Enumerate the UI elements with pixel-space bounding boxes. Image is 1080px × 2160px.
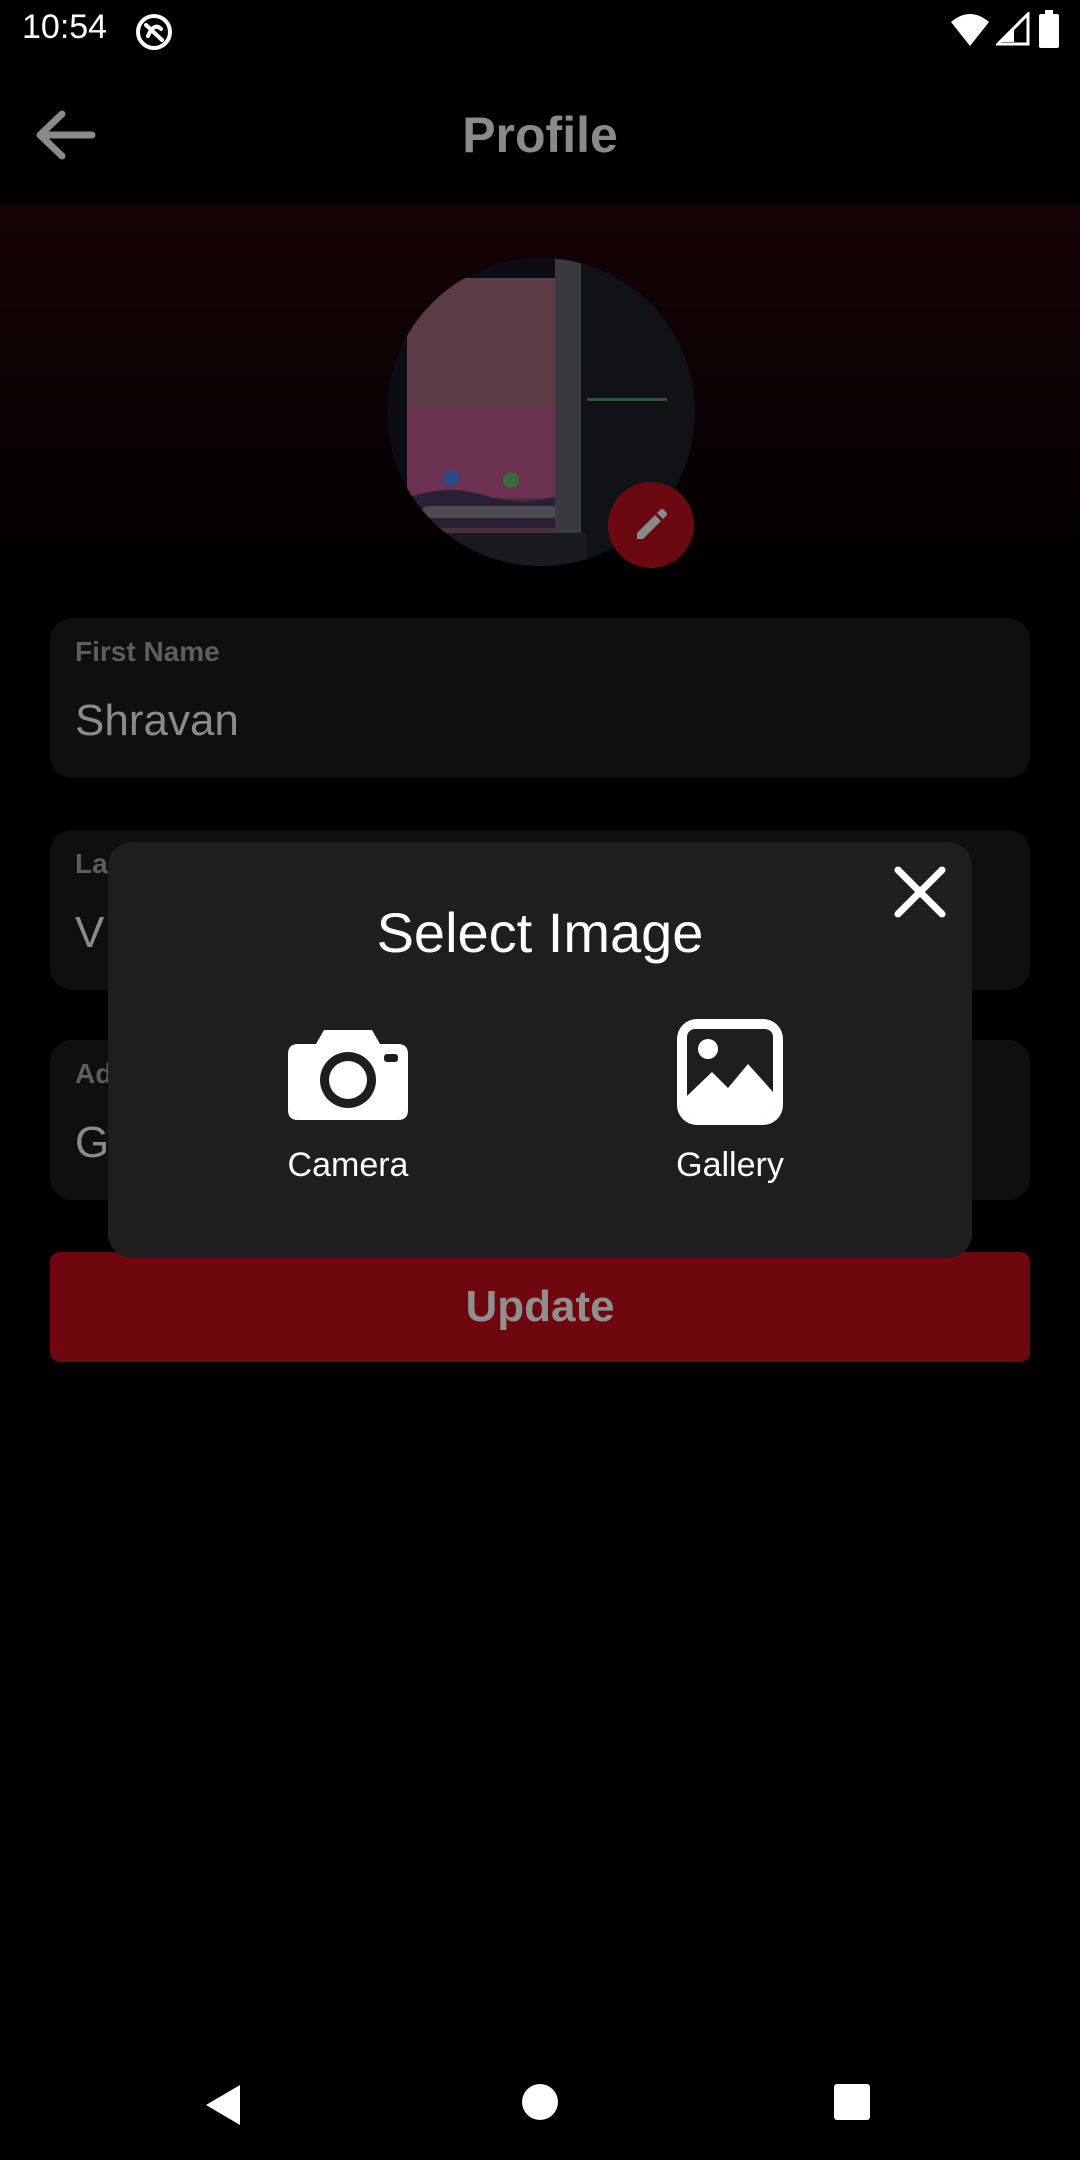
- camera-label: Camera: [287, 1146, 409, 1184]
- address-value: G: [75, 1118, 110, 1167]
- first-name-field[interactable]: First Name Shravan: [50, 618, 1030, 778]
- last-name-label: La: [75, 848, 108, 879]
- nav-back-button[interactable]: [200, 2080, 250, 2130]
- dialog-title: Select Image: [376, 901, 704, 964]
- last-name-value: V: [75, 908, 105, 957]
- close-button[interactable]: [890, 862, 950, 922]
- edit-avatar-button[interactable]: [608, 482, 694, 568]
- battery-icon: [1039, 10, 1059, 48]
- app-notification-icon: [136, 14, 172, 50]
- update-button[interactable]: Update: [50, 1252, 1030, 1362]
- nav-home-button[interactable]: [520, 2082, 560, 2122]
- camera-option[interactable]: Camera: [238, 1022, 458, 1202]
- status-time: 10:54: [22, 8, 108, 46]
- select-image-dialog: Select Image Camera Gallery: [108, 842, 972, 1258]
- camera-icon: [288, 1030, 408, 1120]
- wifi-icon: [951, 14, 989, 46]
- update-label: Update: [465, 1282, 615, 1331]
- page-title: Profile: [462, 107, 618, 163]
- address-label: Ad: [75, 1058, 113, 1089]
- pencil-icon: [637, 509, 667, 539]
- first-name-label: First Name: [75, 636, 220, 667]
- first-name-value: Shravan: [75, 696, 239, 745]
- nav-recents-button[interactable]: [832, 2082, 872, 2122]
- gallery-icon: [677, 1019, 783, 1125]
- gallery-label: Gallery: [676, 1146, 784, 1184]
- signal-icon: [996, 12, 1030, 46]
- gallery-option[interactable]: Gallery: [620, 1019, 840, 1202]
